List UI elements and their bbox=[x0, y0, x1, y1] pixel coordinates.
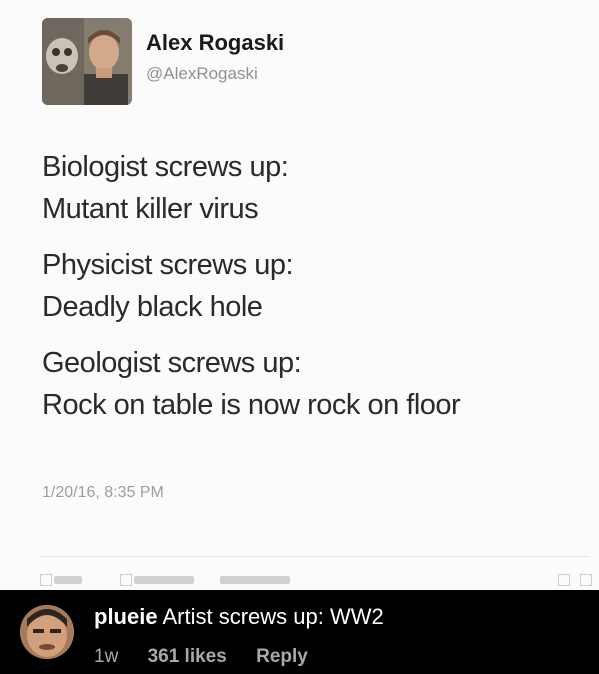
likes-count bbox=[134, 576, 194, 584]
author-avatar[interactable] bbox=[42, 18, 132, 105]
divider bbox=[40, 556, 589, 557]
tweet-text: Biologist screws up: Mutant killer virus… bbox=[42, 146, 582, 440]
tweet-line: Biologist screws up: bbox=[42, 151, 289, 183]
author-handle[interactable]: @AlexRogaski bbox=[146, 64, 258, 84]
tweet-actions bbox=[40, 572, 599, 590]
retweets-count bbox=[54, 576, 82, 584]
views-count bbox=[220, 576, 290, 584]
author-name[interactable]: Alex Rogaski bbox=[146, 30, 284, 56]
tweet-line: Geologist screws up: bbox=[42, 347, 302, 379]
likes-icon[interactable] bbox=[120, 574, 132, 586]
tweet-paragraph: Geologist screws up: Rock on table is no… bbox=[42, 342, 582, 426]
tweet-timestamp[interactable]: 1/20/16, 8:35 PM bbox=[42, 484, 164, 502]
comment-likes[interactable]: 361 likes bbox=[148, 646, 227, 667]
tweet-line: Mutant killer virus bbox=[42, 193, 259, 225]
tweet-card: Alex Rogaski @AlexRogaski Biologist scre… bbox=[0, 0, 599, 590]
commenter-avatar[interactable] bbox=[20, 605, 74, 659]
reply-button[interactable]: Reply bbox=[256, 646, 308, 667]
profile-photo-icon bbox=[20, 605, 74, 659]
bookmark-icon[interactable] bbox=[580, 574, 592, 586]
tweet-paragraph: Physicist screws up: Deadly black hole bbox=[42, 244, 582, 328]
tweet-line: Rock on table is now rock on floor bbox=[42, 389, 461, 421]
tweet-line: Physicist screws up: bbox=[42, 249, 294, 281]
tweet-line: Deadly black hole bbox=[42, 291, 263, 323]
comment-text-line: plueie Artist screws up: WW2 bbox=[94, 604, 384, 630]
comment-meta: 1w 361 likes Reply bbox=[94, 646, 332, 668]
share-icon[interactable] bbox=[558, 574, 570, 586]
commenter-username[interactable]: plueie bbox=[94, 604, 158, 629]
comment-text: Artist screws up: WW2 bbox=[162, 604, 384, 629]
retweets-icon[interactable] bbox=[40, 574, 52, 586]
comment-bar: plueie Artist screws up: WW2 1w 361 like… bbox=[0, 590, 599, 674]
profile-photo-icon bbox=[42, 18, 132, 105]
tweet-paragraph: Biologist screws up: Mutant killer virus bbox=[42, 146, 582, 230]
comment-age: 1w bbox=[94, 646, 119, 667]
